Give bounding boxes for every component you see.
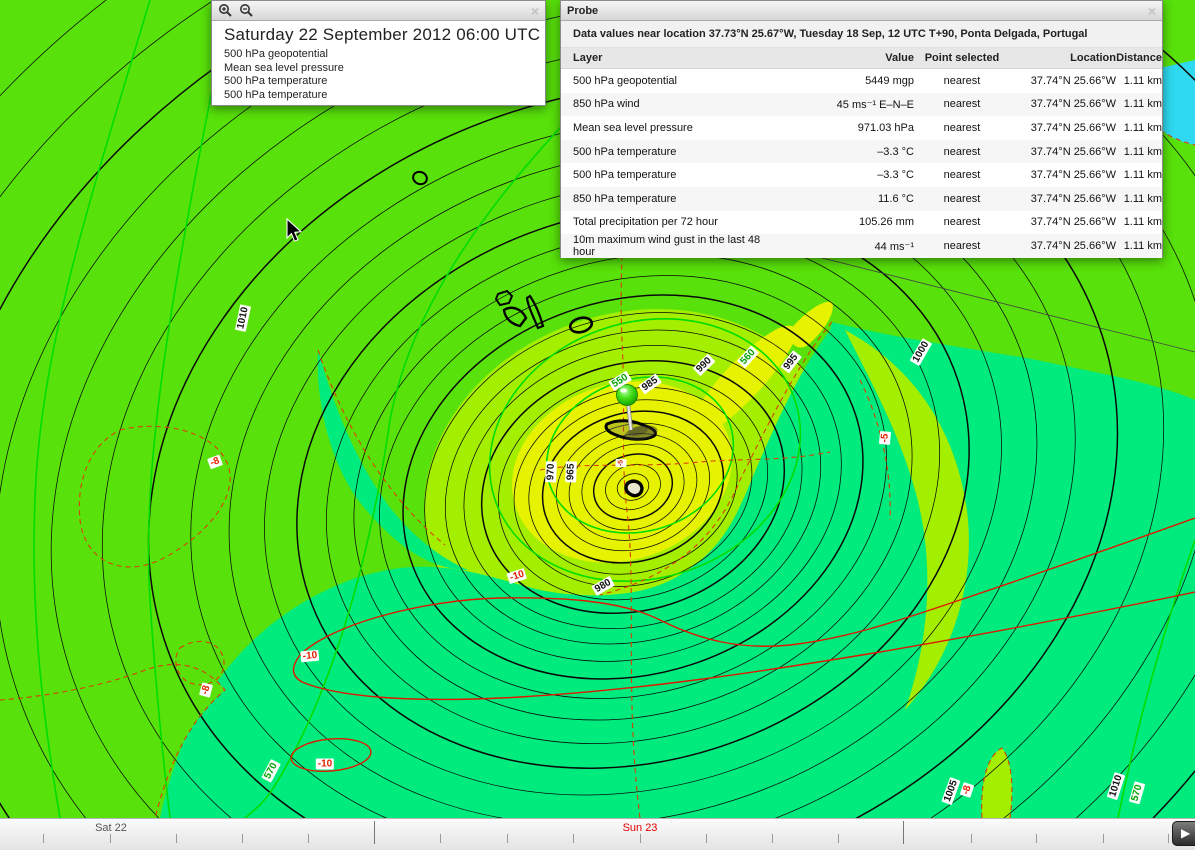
- cell-distance: 1.11 km: [1116, 122, 1162, 134]
- layer-name: 500 hPa temperature: [224, 75, 545, 89]
- cell-value: 44 ms⁻¹: [785, 240, 918, 253]
- probe-panel-title: Probe: [567, 5, 598, 17]
- cell-point-selected: nearest: [918, 216, 1006, 228]
- timeline-tick: [971, 834, 972, 843]
- zoom-out-icon[interactable]: [239, 3, 254, 18]
- cell-layer: 500 hPa temperature: [573, 169, 785, 181]
- probe-table-row: 10m maximum wind gust in the last 48 hou…: [561, 234, 1162, 258]
- pin-head: [617, 385, 638, 406]
- datetime-panel: × Saturday 22 September 2012 06:00 UTC 5…: [211, 0, 546, 106]
- cell-location: 37.74°N 25.66°W: [1006, 75, 1116, 87]
- cell-location: 37.74°N 25.66°W: [1006, 146, 1116, 158]
- cell-distance: 1.11 km: [1116, 216, 1162, 228]
- timeline-tick: [706, 834, 707, 843]
- probe-table-row: 500 hPa temperature –3.3 °C nearest 37.7…: [561, 163, 1162, 187]
- play-button[interactable]: ▶: [1172, 821, 1195, 846]
- timeline-tick: [1036, 834, 1037, 843]
- cell-layer: Mean sea level pressure: [573, 122, 785, 134]
- cell-point-selected: nearest: [918, 75, 1006, 87]
- cell-point-selected: nearest: [918, 146, 1006, 158]
- timeline-tick: [43, 834, 44, 843]
- timeline-tick: [573, 834, 574, 843]
- cell-point-selected: nearest: [918, 240, 1006, 252]
- timeline-tick: [1103, 834, 1104, 843]
- cell-distance: 1.11 km: [1116, 75, 1162, 87]
- column-header-location: Location: [1006, 52, 1116, 64]
- timeline-scrubber[interactable]: Sat 22 Sun 23 ▶: [0, 818, 1195, 850]
- cell-value: –3.3 °C: [785, 169, 918, 181]
- probe-table-row: 850 hPa wind 45 ms⁻¹ E–N–E nearest 37.74…: [561, 93, 1162, 117]
- cell-location: 37.74°N 25.66°W: [1006, 193, 1116, 205]
- pin-highlight: [620, 388, 627, 393]
- layer-name: 500 hPa temperature: [224, 89, 545, 103]
- cell-location: 37.74°N 25.66°W: [1006, 98, 1116, 110]
- probe-table-body: 500 hPa geopotential 5449 mgp nearest 37…: [561, 69, 1162, 258]
- probe-panel: Probe × Data values near location 37.73°…: [560, 0, 1163, 258]
- timeline-tick: [838, 834, 839, 843]
- timeline-tick: [440, 834, 441, 843]
- cell-distance: 1.11 km: [1116, 169, 1162, 181]
- probe-table-row: 850 hPa temperature 11.6 °C nearest 37.7…: [561, 187, 1162, 211]
- map-fill-cyan-patch: [1160, 60, 1195, 145]
- cell-layer: 500 hPa temperature: [573, 146, 785, 158]
- close-icon[interactable]: ×: [1148, 4, 1156, 18]
- cell-value: 971.03 hPa: [785, 122, 918, 134]
- probe-subtitle: Data values near location 37.73°N 25.67°…: [561, 21, 1162, 48]
- cell-value: –3.3 °C: [785, 146, 918, 158]
- timeline-tick: [1168, 834, 1169, 843]
- cell-point-selected: nearest: [918, 122, 1006, 134]
- cell-location: 37.74°N 25.66°W: [1006, 169, 1116, 181]
- probe-table-row: 500 hPa geopotential 5449 mgp nearest 37…: [561, 69, 1162, 93]
- cell-value: 45 ms⁻¹ E–N–E: [785, 98, 918, 111]
- island-santa-maria: [626, 481, 642, 495]
- cell-point-selected: nearest: [918, 193, 1006, 205]
- cell-distance: 1.11 km: [1116, 98, 1162, 110]
- cell-point-selected: nearest: [918, 169, 1006, 181]
- cell-location: 37.74°N 25.66°W: [1006, 240, 1116, 252]
- cell-value: 105.26 mm: [785, 216, 918, 228]
- cell-layer: 500 hPa geopotential: [573, 75, 785, 87]
- datetime-panel-titlebar[interactable]: ×: [212, 1, 545, 21]
- cell-layer: Total precipitation per 72 hour: [573, 216, 785, 228]
- cell-layer: 850 hPa wind: [573, 98, 785, 110]
- probe-table-row: Total precipitation per 72 hour 105.26 m…: [561, 211, 1162, 235]
- cell-distance: 1.11 km: [1116, 240, 1162, 252]
- timeline-tick: [507, 834, 508, 843]
- app-window: 1010100099599098597096598010051010550560…: [0, 0, 1195, 850]
- zoom-in-icon[interactable]: [218, 3, 233, 18]
- probe-panel-titlebar[interactable]: Probe ×: [561, 1, 1162, 21]
- probe-table-row: 500 hPa temperature –3.3 °C nearest 37.7…: [561, 140, 1162, 164]
- cell-location: 37.74°N 25.66°W: [1006, 216, 1116, 228]
- timeline-tick: [242, 834, 243, 843]
- timeline-day-label: Sat 22: [95, 822, 127, 834]
- timeline-tick: [640, 834, 641, 843]
- cell-distance: 1.11 km: [1116, 146, 1162, 158]
- cell-distance: 1.11 km: [1116, 193, 1162, 205]
- datetime-title: Saturday 22 September 2012 06:00 UTC: [224, 25, 545, 45]
- column-header-value: Value: [785, 52, 918, 64]
- datetime-panel-body: Saturday 22 September 2012 06:00 UTC 500…: [212, 21, 545, 102]
- timeline-tick: [772, 834, 773, 843]
- timeline-tick: [110, 834, 111, 843]
- timeline-day-divider: [903, 821, 904, 844]
- timeline-tick: [308, 834, 309, 843]
- column-header-layer: Layer: [573, 52, 785, 64]
- cell-layer: 850 hPa temperature: [573, 193, 785, 205]
- layer-name: Mean sea level pressure: [224, 62, 545, 76]
- close-icon[interactable]: ×: [531, 4, 539, 18]
- cell-location: 37.74°N 25.66°W: [1006, 122, 1116, 134]
- timeline-day-divider: [374, 821, 375, 844]
- timeline-day-label: Sun 23: [623, 822, 658, 834]
- column-header-point-selected: Point selected: [918, 52, 1006, 64]
- cell-point-selected: nearest: [918, 98, 1006, 110]
- layer-name: 500 hPa geopotential: [224, 48, 545, 62]
- cell-value: 5449 mgp: [785, 75, 918, 87]
- column-header-distance: Distance: [1116, 52, 1162, 64]
- timeline-tick: [176, 834, 177, 843]
- probe-table-row: Mean sea level pressure 971.03 hPa neare…: [561, 116, 1162, 140]
- probe-table-header: Layer Value Point selected Location Dist…: [561, 48, 1162, 69]
- cell-layer: 10m maximum wind gust in the last 48 hou…: [573, 234, 785, 258]
- cell-value: 11.6 °C: [785, 193, 918, 205]
